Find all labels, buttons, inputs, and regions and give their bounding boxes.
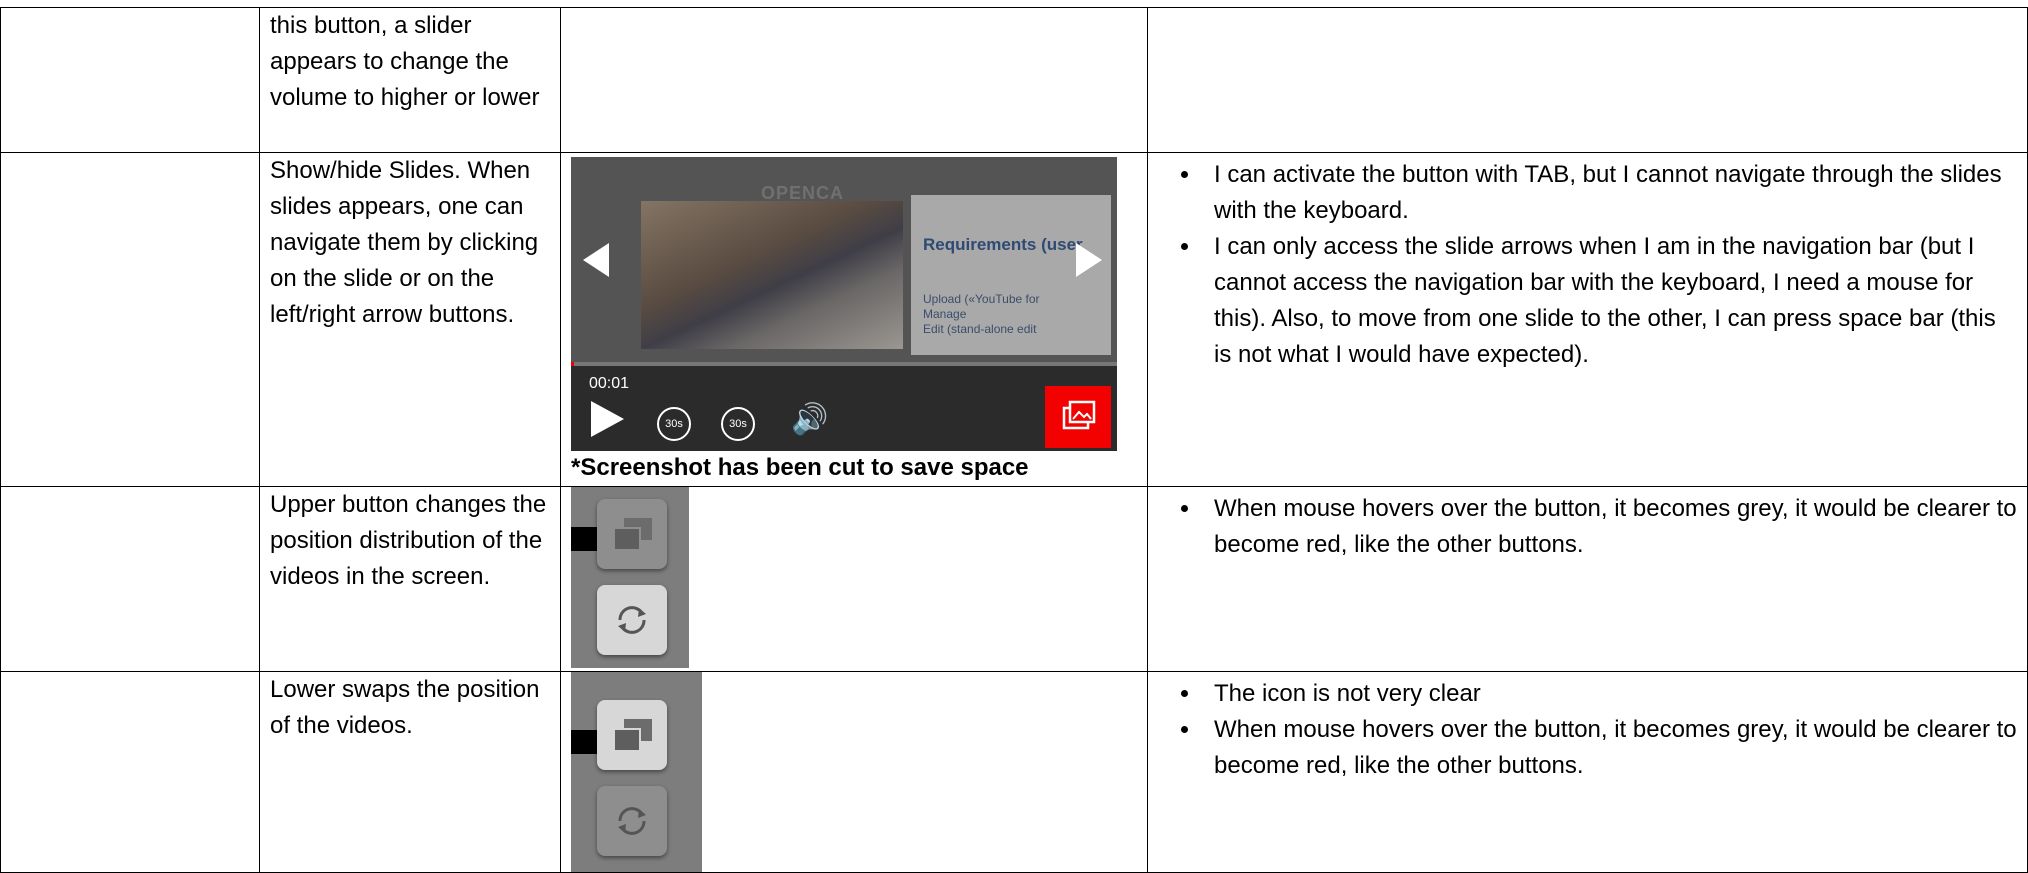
note-item: When mouse hovers over the button, it be… [1202, 491, 2017, 563]
table-cell-empty [560, 7, 1148, 153]
document-table: this button, a slider appears to change … [0, 7, 2028, 873]
table-cell-empty [0, 152, 260, 487]
table-row: Upper button changes the position distri… [0, 486, 2028, 672]
table-row: Show/hide Slides. When slides appears, o… [0, 152, 2028, 487]
play-icon[interactable] [591, 401, 624, 437]
table-row: Lower swaps the position of the videos. [0, 671, 2028, 873]
slide-image [641, 201, 903, 349]
rewind-30-icon[interactable]: 30s [657, 407, 691, 441]
table-cell-empty [0, 7, 260, 153]
swap-videos-button[interactable] [597, 585, 667, 655]
screenshot-cell: OPENCA Requirements (user Upload («YouTu… [560, 152, 1148, 487]
progress-bar[interactable] [571, 362, 1117, 366]
note-item: I can only access the slide arrows when … [1202, 229, 2017, 373]
slides-button[interactable] [1045, 386, 1111, 448]
note-item: I can activate the button with TAB, but … [1202, 157, 2017, 229]
video-edge [571, 527, 599, 551]
row-description: Upper button changes the position distri… [259, 486, 561, 672]
swap-buttons-screenshot [571, 672, 702, 872]
notes-cell: The icon is not very clear When mouse ho… [1147, 671, 2028, 873]
swap-videos-icon [618, 606, 646, 634]
screenshot-cell [560, 671, 1148, 873]
layout-position-button[interactable] [597, 700, 667, 770]
slides-icon [1062, 400, 1096, 430]
layout-position-button[interactable] [597, 499, 667, 569]
time-display: 00:01 [589, 375, 630, 392]
notes-list: When mouse hovers over the button, it be… [1158, 491, 2017, 563]
video-player-screenshot: OPENCA Requirements (user Upload («YouTu… [571, 157, 1117, 451]
notes-cell: When mouse hovers over the button, it be… [1147, 486, 2028, 672]
forward-30-icon[interactable]: 30s [721, 407, 755, 441]
slide-bullet: Upload («YouTube for [923, 292, 1040, 306]
table-row: this button, a slider appears to change … [0, 7, 2028, 153]
notes-cell: I can activate the button with TAB, but … [1147, 152, 2028, 487]
layout-position-icon [613, 518, 652, 551]
row-description: Lower swaps the position of the videos. [259, 671, 561, 873]
slide-heading: Requirements (user [923, 235, 1083, 254]
notes-list: I can activate the button with TAB, but … [1158, 157, 2017, 373]
table-cell-empty [0, 671, 260, 873]
row-description: Show/hide Slides. When slides appears, o… [259, 152, 561, 487]
screenshot-caption: *Screenshot has been cut to save space [571, 454, 1029, 481]
note-item: The icon is not very clear [1202, 676, 2017, 712]
volume-icon[interactable]: 🔊 [791, 405, 828, 435]
slide-logo: OPENCA [761, 183, 845, 203]
screenshot-cell [560, 486, 1148, 672]
layout-position-icon [613, 719, 652, 752]
arrow-right-icon[interactable] [1076, 243, 1102, 277]
video-edge [571, 730, 599, 754]
swap-videos-button[interactable] [597, 786, 667, 856]
notes-list: The icon is not very clear When mouse ho… [1158, 676, 2017, 784]
slide-bullets: Upload («YouTube for Manage Edit (stand-… [923, 292, 1040, 337]
note-item: When mouse hovers over the button, it be… [1202, 712, 2017, 784]
layout-buttons-screenshot [571, 487, 689, 668]
slide-bullet: Manage [923, 307, 967, 321]
row-description: this button, a slider appears to change … [259, 7, 561, 153]
slide-bullet: Edit (stand-alone edit [923, 322, 1037, 336]
table-cell-empty [1147, 7, 2028, 153]
progress-fill [571, 362, 574, 366]
swap-videos-icon [618, 807, 646, 835]
arrow-left-icon[interactable] [583, 243, 609, 277]
table-cell-empty [0, 486, 260, 672]
